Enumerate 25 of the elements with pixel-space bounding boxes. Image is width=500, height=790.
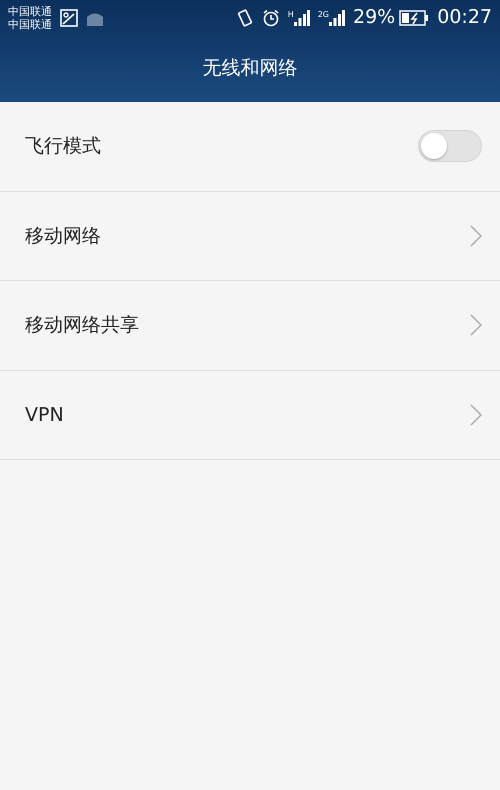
battery-charging-icon — [399, 10, 430, 26]
chevron-right-icon — [470, 404, 482, 426]
network-type-label: H — [288, 10, 294, 20]
settings-row[interactable]: 移动网络共享 — [0, 281, 500, 370]
battery-percent: 29% — [353, 5, 396, 30]
image-icon — [60, 8, 78, 26]
setting-label: 移动网络 — [25, 224, 101, 248]
network-type-label: 2G — [318, 10, 329, 20]
settings-row[interactable]: 移动网络 — [0, 192, 500, 281]
chevron-right-icon — [470, 224, 482, 247]
alarm-icon — [262, 8, 280, 26]
chevron-right-icon — [470, 314, 482, 336]
signal-icon — [294, 10, 310, 26]
setting-label: VPN — [25, 402, 64, 428]
setting-label: 飞行模式 — [25, 134, 101, 159]
settings-row[interactable]: 飞行模式 — [0, 102, 500, 192]
vibrate-icon — [236, 8, 254, 28]
setting-label: 移动网络共享 — [25, 313, 139, 338]
carrier-name: 中国联通 — [8, 4, 52, 18]
screen-title: 无线和网络 — [202, 56, 298, 82]
carrier-name: 中国联通 — [8, 18, 52, 30]
signal-icon — [329, 10, 345, 26]
toggle-switch[interactable] — [418, 130, 482, 162]
settings-row[interactable]: VPN — [0, 370, 500, 460]
clock-time: 00:27 — [437, 5, 492, 30]
